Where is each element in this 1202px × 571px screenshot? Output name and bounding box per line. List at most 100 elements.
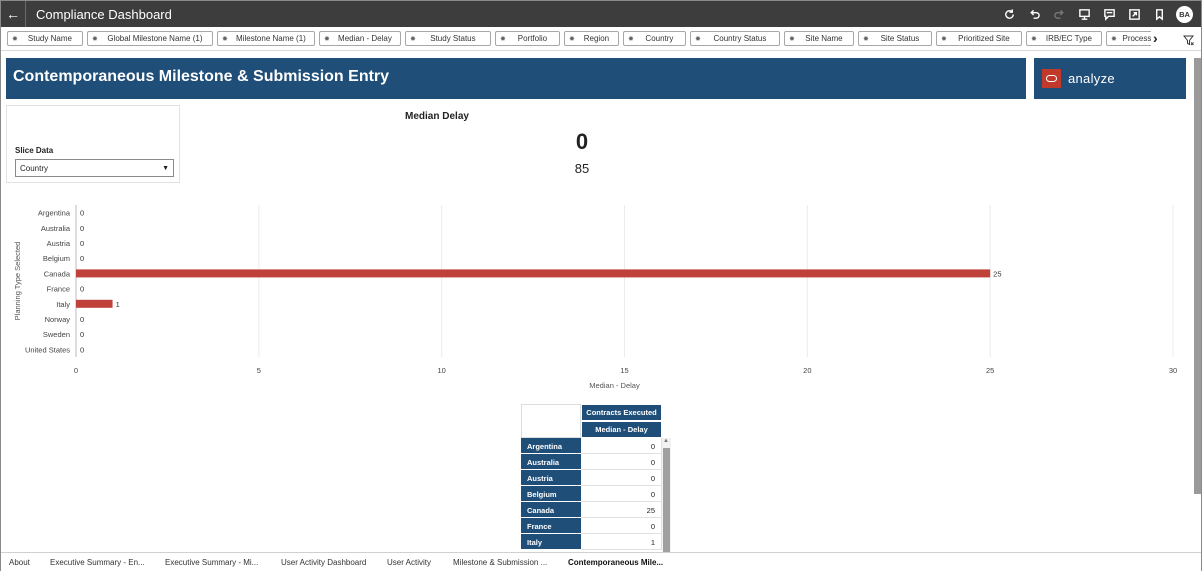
kpi-subvalue: 85: [574, 161, 590, 176]
median-delay-bar-chart: 0 5 10 15 20 25 30Argentina 0Australia 0Austria 0…: [13, 205, 1177, 390]
table-cell: 0: [581, 454, 662, 470]
filter-chip[interactable]: ✸ Region: [564, 31, 619, 46]
pin-icon: ✸: [789, 35, 795, 43]
filter-chip[interactable]: ✸ IRB/EC Type: [1026, 31, 1102, 46]
page-title: Contemporaneous Milestone & Submission E…: [13, 68, 390, 85]
filter-chip-label: Milestone Name (1): [236, 34, 306, 43]
table-row: Belgium 0: [521, 486, 662, 502]
filter-chip[interactable]: ✸ Process N: [1106, 31, 1151, 46]
y-tick-label: United States: [25, 345, 70, 354]
y-tick-label: Austria: [47, 239, 71, 248]
filter-chip-label: Global Milestone Name (1): [107, 34, 203, 43]
table-cell: 0: [581, 486, 662, 502]
filter-chip[interactable]: ✸ Global Milestone Name (1): [87, 31, 213, 46]
pin-icon: ✸: [222, 35, 228, 43]
x-axis-title: Median - Delay: [589, 381, 640, 390]
filter-chip-label: Portfolio: [517, 34, 548, 43]
table-scroll-thumb[interactable]: [663, 448, 670, 552]
table-row: Austria 0: [521, 470, 662, 486]
pivot-table: Contracts Executed Median - Delay Argent…: [521, 404, 673, 552]
refresh-icon[interactable]: [997, 8, 1022, 21]
data-label: 25: [993, 269, 1001, 278]
scroll-up-icon[interactable]: ▲: [663, 438, 669, 444]
slice-data-select[interactable]: Country ▼: [15, 159, 174, 177]
row-header: Australia: [521, 454, 581, 470]
filter-chip[interactable]: ✸ Country Status: [690, 31, 780, 46]
table-row: Italy 1: [521, 534, 662, 550]
table-header-contracts: Contracts Executed: [581, 404, 662, 421]
page-scrollbar[interactable]: [1194, 58, 1201, 494]
chevron-right-icon[interactable]: ›: [1153, 30, 1158, 46]
filter-chip-label: Study Status: [430, 34, 476, 43]
x-tick-label: 5: [257, 366, 261, 375]
row-header: Canada: [521, 502, 581, 518]
canvas-tab[interactable]: User Activity Dashboard: [281, 553, 366, 571]
pin-icon: ✸: [1031, 35, 1037, 43]
pin-icon: ✸: [324, 35, 330, 43]
table-scrollbar[interactable]: ▲: [662, 438, 671, 552]
pin-icon: ✸: [941, 35, 947, 43]
filter-funnel-icon[interactable]: [1182, 33, 1195, 51]
data-label: 0: [80, 224, 84, 233]
y-tick-label: France: [47, 285, 70, 294]
row-header: Italy: [521, 534, 581, 550]
x-tick-label: 25: [986, 366, 994, 375]
x-tick-label: 20: [803, 366, 811, 375]
filter-chip[interactable]: ✸ Portfolio: [495, 31, 560, 46]
avatar[interactable]: BA: [1176, 5, 1193, 23]
toolbar-actions: BA: [997, 1, 1193, 27]
pin-icon: ✸: [1111, 35, 1117, 43]
bookmark-icon[interactable]: [1147, 8, 1172, 21]
kpi-value: 0: [575, 129, 589, 154]
filter-chip-label: Region: [583, 34, 610, 43]
filter-chip-label: Site Status: [880, 34, 920, 43]
filter-chip-label: Study Name: [27, 34, 72, 43]
y-tick-label: Italy: [56, 300, 70, 309]
brand-panel: analyze: [1034, 58, 1186, 99]
data-label: 0: [80, 345, 84, 354]
filter-chip-label: Country: [645, 34, 674, 43]
data-label: 0: [80, 285, 84, 294]
pin-icon: ✸: [863, 35, 869, 43]
comment-icon[interactable]: [1097, 8, 1122, 21]
filter-chip[interactable]: ✸ Country: [623, 31, 686, 46]
filter-chip-label: IRB/EC Type: [1045, 34, 1092, 43]
table-body: Argentina 0 Australia 0 Austria 0 Belgium 0 Cana…: [521, 438, 662, 550]
x-tick-label: 0: [74, 366, 78, 375]
filter-chip[interactable]: ✸ Site Name: [784, 31, 854, 46]
table-cell: 0: [581, 438, 662, 454]
canvas-tab[interactable]: Contemporaneous Mile...: [568, 553, 663, 571]
canvas-tab[interactable]: Executive Summary - Mi...: [165, 553, 258, 571]
canvas-tab[interactable]: Milestone & Submission ...: [453, 553, 547, 571]
data-label: 0: [80, 330, 84, 339]
canvas-tab[interactable]: User Activity: [387, 553, 431, 571]
back-arrow-icon[interactable]: ←: [1, 1, 25, 27]
y-tick-label: Australia: [41, 224, 71, 233]
y-tick-label: Canada: [44, 269, 71, 278]
row-header: France: [521, 518, 581, 534]
undo-icon[interactable]: [1022, 8, 1047, 21]
pin-icon: ✸: [628, 35, 634, 43]
filter-chip[interactable]: ✸ Study Status: [405, 31, 491, 46]
filter-chip[interactable]: ✸ Median - Delay: [319, 31, 401, 46]
present-icon[interactable]: [1072, 8, 1097, 21]
y-axis-title: Planning Type Selected: [13, 242, 22, 321]
table-cell: 0: [581, 470, 662, 486]
pin-icon: ✸: [92, 35, 98, 43]
bar: [76, 269, 991, 278]
divider: [25, 1, 26, 27]
filter-chip[interactable]: ✸ Milestone Name (1): [217, 31, 315, 46]
filter-bar: ✸ Study Name ✸ Global Milestone Name (1) ✸ Mi…: [1, 27, 1201, 51]
filter-chips: ✸ Study Name ✸ Global Milestone Name (1) ✸ Mi…: [7, 31, 1151, 47]
data-label: 0: [80, 209, 84, 218]
redo-icon[interactable]: [1047, 8, 1072, 21]
filter-chip[interactable]: ✸ Study Name: [7, 31, 83, 46]
row-header: Argentina: [521, 438, 581, 454]
canvas-tab[interactable]: Executive Summary - En...: [50, 553, 145, 571]
export-icon[interactable]: [1122, 8, 1147, 21]
data-label: 1: [116, 300, 120, 309]
filter-chip[interactable]: ✸ Prioritized Site: [936, 31, 1022, 46]
app-window: ← Compliance Dashboard BA ✸ Study Name ✸ Gl…: [0, 0, 1202, 571]
canvas-tab[interactable]: About: [9, 553, 30, 571]
filter-chip[interactable]: ✸ Site Status: [858, 31, 932, 46]
